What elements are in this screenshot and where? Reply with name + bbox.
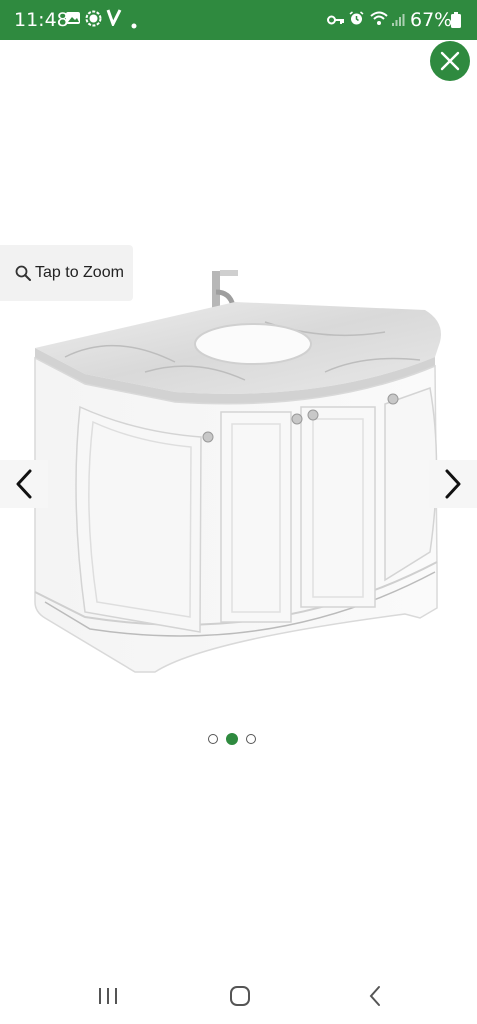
image-pagination	[208, 733, 256, 745]
battery-percent: 67%	[410, 9, 453, 31]
battery-icon	[451, 12, 461, 33]
product-image	[25, 262, 450, 707]
wifi-icon	[370, 11, 388, 31]
close-button[interactable]	[430, 41, 470, 81]
gallery-icon	[65, 10, 81, 31]
close-icon	[440, 51, 460, 71]
magnifier-icon	[15, 265, 31, 281]
tap-to-zoom-button[interactable]: Tap to Zoom	[0, 245, 133, 301]
system-nav-bar	[0, 968, 477, 1024]
key-icon	[327, 13, 345, 31]
next-image-button[interactable]	[429, 460, 477, 508]
status-time: 11:48	[14, 9, 69, 31]
pagination-dot-active[interactable]	[226, 733, 238, 745]
dot-icon	[131, 16, 137, 34]
cell-signal-icon	[391, 13, 405, 32]
alarm-icon	[349, 11, 364, 31]
chevron-right-icon	[445, 469, 461, 499]
chevron-left-icon	[16, 469, 32, 499]
status-bar: 11:48 67%	[0, 0, 477, 40]
pagination-dot[interactable]	[246, 734, 256, 744]
tap-to-zoom-label: Tap to Zoom	[35, 264, 124, 281]
back-icon	[369, 986, 380, 1006]
home-button[interactable]	[220, 980, 260, 1012]
recent-apps-icon	[99, 988, 117, 1004]
back-button[interactable]	[355, 980, 395, 1012]
home-icon	[230, 986, 250, 1006]
v-app-icon	[106, 8, 122, 31]
pagination-dot[interactable]	[208, 734, 218, 744]
recent-apps-button[interactable]	[88, 980, 128, 1012]
signal-app-icon	[85, 10, 102, 32]
previous-image-button[interactable]	[0, 460, 48, 508]
